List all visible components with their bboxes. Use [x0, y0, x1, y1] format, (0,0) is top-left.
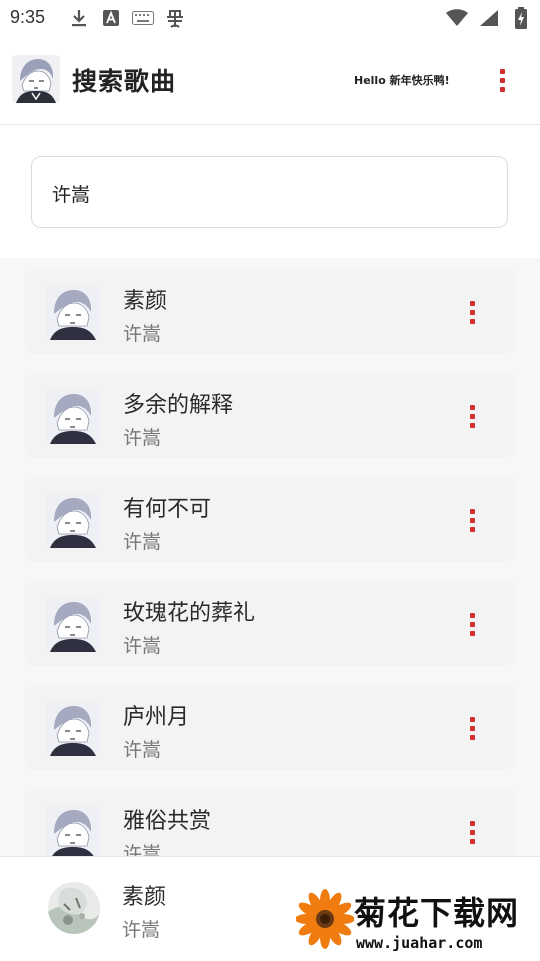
album-cover-image	[46, 598, 100, 652]
app-bar: 搜索歌曲 Hello 新年快乐鸭!	[0, 38, 540, 125]
more-vert-icon[interactable]	[464, 816, 480, 848]
song-artist: 许嵩	[123, 739, 162, 761]
album-cover-image	[46, 702, 100, 756]
watermark: 菊花下载网 www.juahar.com	[295, 880, 540, 960]
song-item[interactable]: 玫瑰花的葬礼 许嵩	[24, 580, 516, 666]
more-vert-icon[interactable]	[464, 608, 480, 640]
flower-logo-icon	[295, 888, 355, 950]
greeting-text: Hello 新年快乐鸭!	[354, 74, 450, 87]
album-cover-image	[46, 806, 100, 860]
more-vert-icon[interactable]	[464, 712, 480, 744]
song-item[interactable]: 多余的解释 许嵩	[24, 372, 516, 458]
song-artist: 许嵩	[123, 531, 162, 553]
song-list[interactable]: 素颜 许嵩 多余的解释 许嵩 有何不可 许嵩 玫瑰花的葬礼 许嵩 庐州月 许嵩	[0, 258, 540, 860]
more-vert-icon[interactable]	[490, 63, 514, 97]
status-system-icons	[446, 7, 532, 29]
avatar[interactable]	[12, 55, 60, 103]
song-item[interactable]: 雅俗共赏 许嵩	[24, 788, 516, 860]
song-artist: 许嵩	[123, 323, 162, 345]
now-playing-cover-image[interactable]	[48, 882, 100, 934]
more-vert-icon[interactable]	[464, 400, 480, 432]
watermark-name: 菊花下载网	[354, 894, 520, 932]
song-item[interactable]: 有何不可 许嵩	[24, 476, 516, 562]
song-title: 有何不可	[123, 497, 212, 522]
song-title: 雅俗共赏	[123, 809, 212, 834]
song-title: 庐州月	[123, 705, 190, 730]
now-playing-title: 素颜	[122, 885, 167, 910]
now-playing-artist: 许嵩	[122, 919, 161, 941]
wifi-icon	[446, 8, 468, 28]
watermark-url: www.juahar.com	[356, 934, 483, 952]
search-field[interactable]	[31, 156, 508, 228]
status-notification-icons	[68, 8, 186, 28]
song-item[interactable]: 庐州月 许嵩	[24, 684, 516, 770]
song-title: 素颜	[123, 289, 168, 314]
keyboard-icon	[132, 8, 154, 28]
status-time: 9:35	[10, 7, 46, 27]
status-bar: 9:35	[0, 0, 540, 38]
album-cover-image	[46, 390, 100, 444]
bug-icon	[164, 8, 186, 28]
album-cover-image	[46, 286, 100, 340]
signal-icon	[478, 8, 500, 28]
song-item[interactable]: 素颜 许嵩	[24, 268, 516, 354]
search-input[interactable]	[52, 179, 472, 207]
song-artist: 许嵩	[123, 635, 162, 657]
album-cover-image	[46, 494, 100, 548]
a-icon	[100, 8, 122, 28]
more-vert-icon[interactable]	[464, 296, 480, 328]
battery-icon	[510, 7, 532, 29]
song-title: 多余的解释	[123, 393, 234, 418]
more-vert-icon[interactable]	[464, 504, 480, 536]
song-title: 玫瑰花的葬礼	[123, 601, 256, 626]
page-title: 搜索歌曲	[72, 67, 177, 96]
download-icon	[68, 8, 90, 28]
song-artist: 许嵩	[123, 427, 162, 449]
